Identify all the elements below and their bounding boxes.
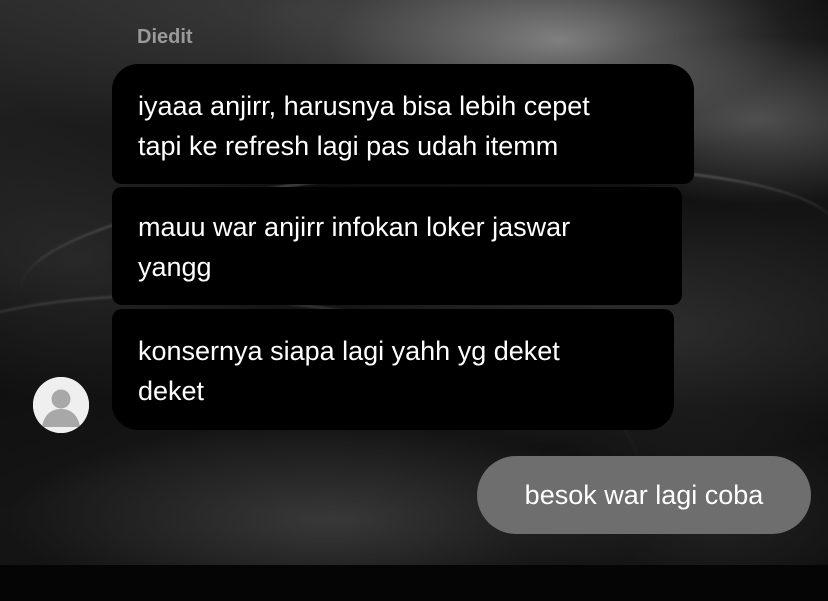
received-message-bubble[interactable]: konsernya siapa lagi yahh yg deket deket: [112, 309, 674, 430]
message-text: iyaaa anjirr, harusnya bisa lebih cepet: [138, 91, 590, 121]
sender-avatar[interactable]: [33, 377, 89, 433]
sent-message-bubble[interactable]: besok war lagi coba: [477, 456, 811, 534]
edited-label: Diedit: [137, 26, 193, 48]
message-text: deket: [138, 376, 205, 406]
received-message-bubble[interactable]: iyaaa anjirr, harusnya bisa lebih cepet …: [112, 64, 694, 184]
message-text: konsernya siapa lagi yahh yg deket: [138, 336, 560, 366]
message-text: mauu war anjirr infokan loker jaswar: [138, 212, 571, 242]
received-message-bubble[interactable]: mauu war anjirr infokan loker jaswar yan…: [112, 187, 682, 305]
default-profile-icon: [33, 377, 89, 433]
message-text: tapi ke refresh lagi pas udah itemm: [138, 131, 559, 161]
message-text: yangg: [138, 252, 212, 282]
